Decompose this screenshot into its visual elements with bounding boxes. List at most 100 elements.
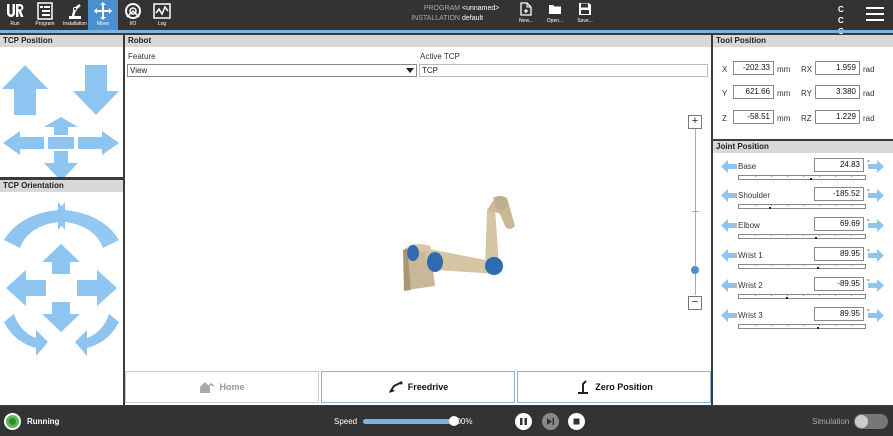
- tilt-down-arrow-icon[interactable]: [42, 302, 80, 332]
- tool-rx-value[interactable]: 1.959: [815, 61, 860, 75]
- tilt-left-arrow-icon[interactable]: [6, 270, 46, 306]
- zoom-slider-handle[interactable]: [691, 266, 699, 274]
- joint-slider-tick: [835, 176, 836, 177]
- nav-program[interactable]: Program: [30, 0, 60, 30]
- robot-3d-view[interactable]: [125, 80, 685, 368]
- joint-slider[interactable]: [738, 175, 866, 180]
- joint-increase-arrow-icon[interactable]: [868, 189, 884, 202]
- zoom-out-button[interactable]: −: [688, 296, 702, 310]
- zoom-in-button[interactable]: +: [688, 115, 702, 129]
- zero-position-button[interactable]: Zero Position: [517, 371, 711, 403]
- joint-slider-tick: [755, 176, 756, 177]
- move-up-arrow-icon[interactable]: [2, 65, 48, 115]
- tool-y-value[interactable]: 621.66: [733, 85, 774, 99]
- joint-slider-marker: [817, 267, 819, 269]
- new-button[interactable]: New...: [513, 2, 539, 30]
- speed-slider[interactable]: [363, 419, 453, 424]
- move-backward-arrow-icon[interactable]: [44, 151, 78, 181]
- joint-decrease-arrow-icon[interactable]: [721, 249, 737, 262]
- tool-position-title: Tool Position: [713, 35, 893, 47]
- joint-slider-tick: [771, 176, 772, 177]
- open-button[interactable]: Open...: [542, 2, 568, 30]
- rotate-side-left-arrow-icon[interactable]: [4, 314, 48, 356]
- step-forward-icon: [547, 418, 554, 425]
- tool-x-value[interactable]: -202.33: [733, 61, 774, 75]
- tool-rz-value[interactable]: 1.229: [815, 110, 860, 124]
- rotate-side-right-arrow-icon[interactable]: [75, 314, 119, 356]
- joint-value[interactable]: 24.83: [814, 158, 864, 172]
- joint-value[interactable]: 89.95: [814, 247, 864, 261]
- home-button[interactable]: Home: [125, 371, 319, 403]
- feature-select[interactable]: View: [127, 64, 417, 77]
- joint-slider-tick: [803, 176, 804, 177]
- joint-slider-tick: [851, 176, 852, 177]
- joint-increase-arrow-icon[interactable]: [868, 309, 884, 322]
- move-forward-arrow-icon[interactable]: [44, 117, 78, 135]
- joint-slider[interactable]: [738, 294, 866, 299]
- joint-increase-arrow-icon[interactable]: [868, 279, 884, 292]
- tilt-right-arrow-icon[interactable]: [77, 270, 117, 306]
- stop-button[interactable]: [568, 413, 585, 430]
- save-button[interactable]: Save...: [572, 2, 598, 30]
- freedrive-button[interactable]: Freedrive: [321, 371, 515, 403]
- move-arrows-icon: [94, 2, 112, 20]
- joint-slider-tick: [851, 205, 852, 206]
- tool-x-unit: mm: [777, 65, 791, 74]
- pause-button[interactable]: [515, 413, 532, 430]
- step-button[interactable]: [542, 413, 559, 430]
- nav-log[interactable]: Log: [147, 0, 177, 30]
- tool-z-unit: mm: [777, 114, 791, 123]
- program-info-values: <unnamed> default: [462, 4, 499, 24]
- joint-slider-tick: [819, 295, 820, 296]
- installation-name: default: [462, 15, 484, 22]
- joint-value[interactable]: 69.69: [814, 217, 864, 231]
- joint-name: Wrist 2: [738, 281, 763, 290]
- nav-installation[interactable]: Installation: [60, 0, 90, 30]
- joint-slider-tick: [787, 176, 788, 177]
- joint-slider[interactable]: [738, 234, 866, 239]
- running-status-label: Running: [27, 417, 60, 426]
- joint-value[interactable]: -185.52: [814, 187, 864, 201]
- joint-increase-arrow-icon[interactable]: [868, 249, 884, 262]
- move-left-arrow-icon[interactable]: [3, 131, 44, 155]
- joint-slider[interactable]: [738, 324, 866, 329]
- joint-increase-arrow-icon[interactable]: [868, 219, 884, 232]
- joint-name: Wrist 1: [738, 251, 763, 260]
- joint-decrease-arrow-icon[interactable]: [721, 279, 737, 292]
- rotate-cw-arrow-icon[interactable]: [53, 202, 119, 248]
- nav-logo-run[interactable]: Run: [0, 0, 30, 30]
- zero-position-button-label: Zero Position: [595, 382, 653, 392]
- active-tcp-field[interactable]: TCP: [419, 64, 708, 77]
- move-right-arrow-icon[interactable]: [78, 131, 119, 155]
- joint-increase-arrow-icon[interactable]: [868, 160, 884, 173]
- tool-rz-label: RZ: [801, 114, 812, 123]
- tilt-up-arrow-icon[interactable]: [42, 244, 80, 274]
- tool-rx-label: RX: [801, 65, 813, 74]
- joint-slider-tick: [755, 235, 756, 236]
- joint-value[interactable]: -89.95: [814, 277, 864, 291]
- zero-position-robot-icon: [578, 380, 589, 394]
- nav-io-label: I/O: [129, 21, 137, 27]
- joint-slider[interactable]: [738, 204, 866, 209]
- program-icon: [37, 2, 53, 20]
- nav-move[interactable]: Move: [88, 0, 118, 30]
- tool-rz-unit: rad: [863, 114, 875, 123]
- home-robot-icon: [200, 382, 215, 393]
- tool-z-value[interactable]: -58.51: [733, 110, 774, 124]
- tool-ry-value[interactable]: 3.380: [815, 85, 860, 99]
- joint-decrease-arrow-icon[interactable]: [721, 219, 737, 232]
- joint-slider[interactable]: [738, 264, 866, 269]
- simulation-toggle[interactable]: [854, 414, 888, 429]
- joint-slider-tick: [851, 295, 852, 296]
- joint-slider-tick: [755, 205, 756, 206]
- joint-decrease-arrow-icon[interactable]: [721, 309, 737, 322]
- joint-name: Shoulder: [738, 191, 771, 200]
- joint-decrease-arrow-icon[interactable]: [721, 160, 737, 173]
- hamburger-menu-icon[interactable]: [866, 7, 884, 23]
- nav-io[interactable]: I/O: [118, 0, 148, 30]
- tcp-orientation-controls: [4, 202, 119, 356]
- joint-value[interactable]: 89.95: [814, 307, 864, 321]
- joint-decrease-arrow-icon[interactable]: [721, 189, 737, 202]
- running-status-icon[interactable]: [4, 413, 21, 430]
- move-down-arrow-icon[interactable]: [73, 65, 119, 115]
